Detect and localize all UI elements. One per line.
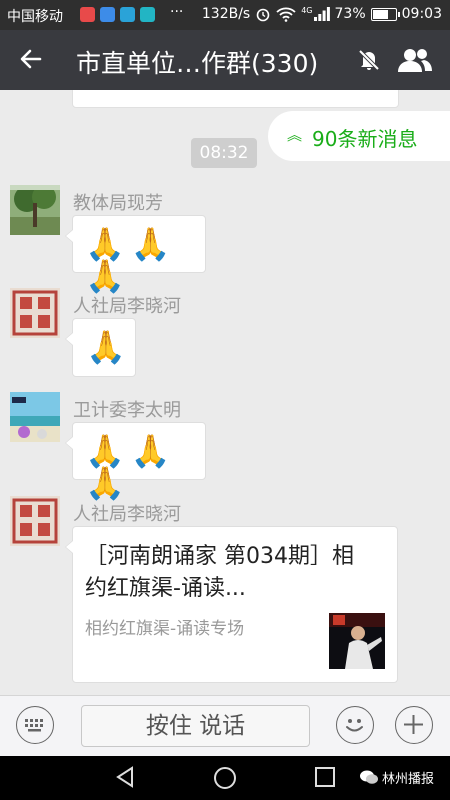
sender-name: 人社局李晓河	[73, 504, 181, 525]
avatar[interactable]	[10, 185, 60, 235]
avatar[interactable]	[10, 496, 60, 546]
network-speed: 132B/s	[201, 6, 251, 22]
avatar[interactable]	[10, 392, 60, 442]
back-arrow-icon[interactable]	[18, 46, 44, 72]
new-messages-banner[interactable]: ︽ 90条新消息	[268, 111, 450, 161]
avatar[interactable]	[10, 288, 60, 338]
chat-app-icon	[140, 7, 155, 22]
more-notifications-icon: ···	[170, 4, 184, 20]
battery-icon	[370, 7, 400, 21]
status-bar: 中国移动 ··· 132B/s 4G 73% 09:03	[0, 0, 450, 30]
link-card[interactable]: ［河南朗诵家 第034期］相约红旗渠-诵读... 相约红旗渠-诵读专场	[65, 526, 398, 683]
network-type: 4G	[301, 5, 313, 15]
timestamp: 08:32	[191, 138, 257, 168]
battery-fill	[372, 9, 388, 19]
notification-app-icons	[80, 7, 155, 22]
new-messages-label: 90条新消息	[312, 127, 418, 151]
wifi-icon	[276, 7, 296, 22]
gallery-app-icon	[100, 7, 115, 22]
praying-hands-emoji: 🙏🙏🙏	[85, 432, 177, 502]
more-actions-button[interactable]	[395, 706, 433, 744]
sender-name: 卫计委李太明	[73, 400, 181, 421]
link-card-subtitle: 相约红旗渠-诵读专场	[85, 619, 245, 639]
praying-hands-emoji: 🙏🙏🙏	[85, 225, 177, 295]
keyboard-toggle-button[interactable]	[16, 706, 54, 744]
sender-name: 教体局现芳	[73, 193, 163, 214]
nav-recents-icon[interactable]	[314, 766, 336, 788]
carrier-label: 中国移动	[7, 9, 63, 25]
message-bubble[interactable]: 🙏	[65, 318, 136, 377]
mail-app-icon	[80, 7, 95, 22]
group-title: 市直单位…作群(330)	[76, 49, 319, 78]
wechat-logo-icon	[359, 770, 378, 784]
emoji-button[interactable]	[336, 706, 374, 744]
link-card-title: ［河南朗诵家 第034期］相约红旗渠-诵读...	[85, 544, 354, 601]
alarm-icon	[256, 8, 270, 22]
keyboard-icon	[25, 719, 43, 732]
battery-percent: 73%	[334, 6, 366, 22]
hold-to-talk-button[interactable]: 按住 说话	[81, 705, 310, 747]
double-chevron-up-icon: ︽	[287, 126, 303, 144]
chat-header: 市直单位…作群(330)	[0, 30, 450, 90]
message-bubble[interactable]: 🙏🙏🙏	[65, 215, 206, 292]
input-bar: 按住 说话	[0, 695, 450, 756]
link-card-thumbnail	[329, 613, 385, 669]
watermark-label: 林州播报	[381, 772, 434, 787]
mute-bell-icon	[358, 49, 380, 71]
message-bubble[interactable]: 🙏🙏🙏	[65, 422, 206, 499]
watermark: 林州播报	[359, 768, 434, 787]
sender-name: 人社局李晓河	[73, 296, 181, 317]
clock: 09:03	[401, 6, 442, 22]
praying-hands-emoji: 🙏	[86, 328, 126, 366]
message-list[interactable]: ︽ 90条新消息 08:32 教体局现芳 🙏🙏🙏 人社局李晓河 🙏 卫计委李太明…	[0, 90, 450, 695]
members-icon[interactable]	[397, 46, 433, 74]
system-nav-bar: 林州播报	[0, 756, 450, 800]
store-app-icon	[120, 7, 135, 22]
plus-icon	[404, 715, 423, 734]
previous-message-bubble	[72, 90, 399, 108]
nav-back-icon[interactable]	[114, 766, 136, 788]
smiley-icon	[346, 719, 363, 732]
nav-home-icon[interactable]	[213, 766, 237, 790]
signal-icon	[313, 7, 330, 21]
